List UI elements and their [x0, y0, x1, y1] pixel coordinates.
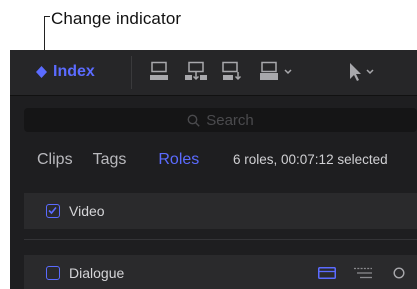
role-label-dialogue: Dialogue	[69, 265, 125, 281]
tab-roles[interactable]: Roles	[158, 151, 199, 169]
role-checkbox-dialogue[interactable]	[46, 266, 60, 280]
clip-connect-icon[interactable]	[221, 61, 243, 81]
clip-insert-icon[interactable]	[185, 61, 207, 81]
tab-clips[interactable]: Clips	[37, 151, 73, 169]
search-icon	[187, 114, 200, 127]
index-content: Search Clips Tags Roles 6 roles, 00:07:1…	[10, 96, 417, 289]
role-row-controls	[309, 255, 417, 289]
checkmark-icon	[48, 206, 57, 215]
row-separator	[24, 239, 417, 240]
toolbar: Index	[10, 50, 417, 96]
search-field[interactable]: Search	[24, 108, 417, 132]
selection-summary: 6 roles, 00:07:12 selected	[233, 152, 388, 167]
subroles-button[interactable]	[345, 255, 381, 289]
focus-role-button[interactable]	[381, 255, 417, 289]
role-label-video: Video	[69, 203, 105, 219]
circle-icon	[393, 267, 405, 279]
select-tool-icon[interactable]	[346, 61, 380, 83]
role-row-dialogue[interactable]: Dialogue	[24, 255, 417, 289]
callout-tick	[44, 16, 50, 17]
timeline-index-panel: Index Search Clips Tags Roles 6 roles, 0…	[10, 50, 417, 289]
toolbar-divider	[131, 56, 132, 89]
clip-append-icon[interactable]	[149, 61, 169, 81]
search-placeholder: Search	[206, 111, 254, 129]
change-indicator-icon	[36, 66, 47, 78]
tab-tags[interactable]: Tags	[93, 151, 127, 169]
index-button[interactable]: Index	[36, 63, 95, 81]
lanes-icon	[318, 267, 336, 279]
index-tabs: Clips Tags Roles	[37, 150, 219, 170]
role-row-video[interactable]: Video	[24, 193, 417, 229]
role-checkbox-video[interactable]	[46, 204, 60, 218]
show-lanes-button[interactable]	[309, 255, 345, 289]
subroles-icon	[354, 267, 372, 279]
callout-label: Change indicator	[51, 9, 182, 28]
index-label: Index	[53, 63, 95, 80]
clip-overwrite-icon[interactable]	[260, 61, 296, 81]
